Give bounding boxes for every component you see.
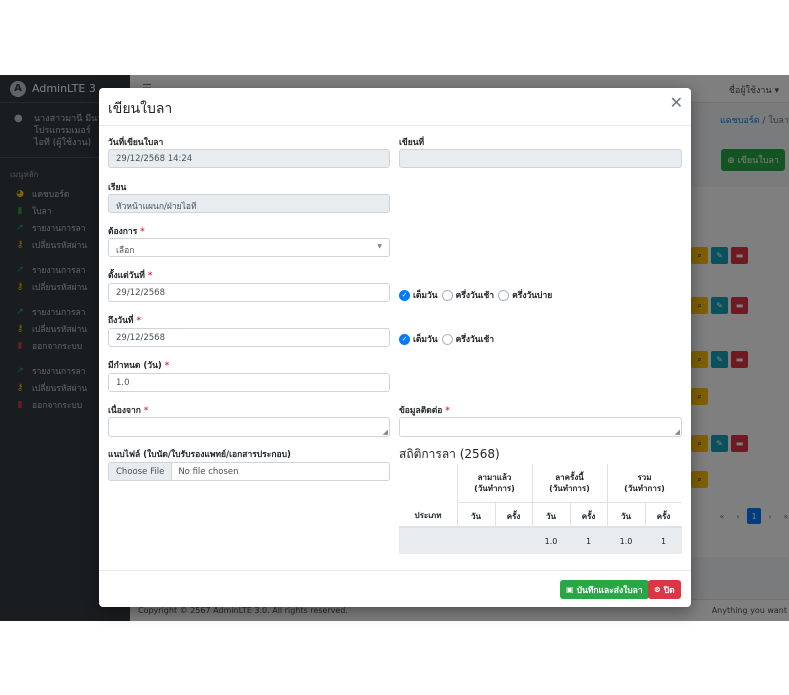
radio-label[interactable]: เต็มวัน bbox=[413, 332, 438, 346]
reason-label: เนื่องจาก * bbox=[108, 403, 148, 417]
required-mark: * bbox=[140, 227, 145, 237]
radio-unchecked[interactable] bbox=[498, 289, 510, 301]
sub-times-header: ครั้ง bbox=[581, 512, 596, 521]
days-input[interactable]: 1.0 bbox=[108, 373, 390, 392]
end-date-input[interactable]: 29/12/2568 bbox=[108, 328, 390, 347]
modal-title: เขียนใบลา bbox=[108, 101, 173, 117]
days-label-text: มีกำหนด (วัน) bbox=[108, 361, 162, 371]
start-date-label-text: ตั้งแต่วันที่ bbox=[108, 271, 145, 281]
required-mark: * bbox=[147, 271, 153, 281]
times-circle-icon: ⊗ bbox=[654, 585, 661, 594]
leave-type-value: เลือก bbox=[116, 246, 135, 256]
write-at-field[interactable] bbox=[399, 149, 682, 168]
write-date-field[interactable]: 29/12/2568 14:24 bbox=[108, 149, 390, 168]
leave-type-label-text: ต้องการ bbox=[108, 227, 138, 237]
write-at-label: เขียนที่ bbox=[399, 138, 425, 148]
stats-table: ประเภท ลามาแล้ว (วันทำการ) ลาครั้งนี้ (ว… bbox=[399, 464, 682, 554]
contact-label: ข้อมูลติดต่อ * bbox=[399, 403, 450, 417]
row-total-times: 1 bbox=[660, 537, 667, 546]
days-label: มีกำหนด (วัน) * bbox=[108, 358, 169, 372]
sub-times-header: ครั้ง bbox=[656, 512, 671, 521]
sub-times-header: ครั้ง bbox=[506, 512, 521, 521]
leave-type-label: ต้องการ * bbox=[108, 224, 145, 238]
required-mark: * bbox=[445, 406, 450, 416]
end-period-radios: ✓ เต็มวัน ครึ่งวันเช้า bbox=[399, 332, 498, 346]
to-label: เรียน bbox=[108, 183, 127, 193]
close-label: ปิด bbox=[663, 585, 675, 596]
close-icon[interactable]: ✕ bbox=[670, 93, 683, 112]
save-submit-button[interactable]: ▣ บันทึกและส่งใบลา bbox=[560, 580, 649, 599]
end-date-label: ถึงวันที่ * bbox=[108, 313, 141, 327]
reason-label-text: เนื่องจาก bbox=[108, 406, 141, 416]
file-status: No file chosen bbox=[178, 467, 239, 477]
sub-day-header: วัน bbox=[621, 512, 631, 521]
row-this-times: 1 bbox=[585, 537, 592, 546]
radio-unchecked[interactable] bbox=[441, 333, 453, 345]
resize-grip-icon[interactable]: ◢ bbox=[675, 428, 680, 436]
radio-label[interactable]: เต็มวัน bbox=[413, 288, 438, 302]
write-date-label: วันที่เขียนใบลา bbox=[108, 138, 164, 148]
start-date-input[interactable]: 29/12/2568 bbox=[108, 283, 390, 302]
caret-down-icon: ▼ bbox=[377, 243, 382, 250]
col-type-header: ประเภท bbox=[414, 511, 442, 520]
stats-title: สถิติการลา (2568) bbox=[399, 447, 500, 461]
row-divider bbox=[457, 502, 682, 503]
table-row: 1.0 1 1.0 1 bbox=[399, 528, 682, 554]
modal-footer: ▣ บันทึกและส่งใบลา ⊗ ปิด bbox=[99, 570, 691, 607]
row-total-days: 1.0 bbox=[619, 537, 633, 546]
sub-day-header: วัน bbox=[546, 512, 556, 521]
radio-checked[interactable]: ✓ bbox=[399, 289, 410, 301]
row-this-days: 1.0 bbox=[544, 537, 558, 546]
end-date-label-text: ถึงวันที่ bbox=[108, 316, 134, 326]
radio-label[interactable]: ครึ่งวันบ่าย bbox=[512, 288, 552, 302]
contact-label-text: ข้อมูลติดต่อ bbox=[399, 406, 443, 416]
modal-header: เขียนใบลา ✕ bbox=[99, 88, 691, 126]
radio-label[interactable]: ครึ่งวันเช้า bbox=[456, 288, 494, 302]
col-total-header: รวม (วันทำการ) bbox=[624, 473, 665, 493]
required-mark: * bbox=[136, 316, 141, 326]
leave-type-select[interactable]: เลือก ▼ bbox=[108, 238, 390, 257]
to-field[interactable]: หัวหน้าแผนก/ฝ่ายไอที bbox=[108, 194, 390, 213]
close-button[interactable]: ⊗ ปิด bbox=[648, 580, 681, 599]
save-icon: ▣ bbox=[566, 585, 574, 594]
stats-table-head: ประเภท ลามาแล้ว (วันทำการ) ลาครั้งนี้ (ว… bbox=[399, 464, 682, 528]
start-date-label: ตั้งแต่วันที่ * bbox=[108, 268, 152, 282]
required-mark: * bbox=[164, 361, 170, 371]
sub-day-header: วัน bbox=[471, 512, 481, 521]
resize-grip-icon[interactable]: ◢ bbox=[383, 428, 388, 436]
attachment-label: แนบไฟล์ (ใบนัด/ใบรับรองแพทย์/เอกสารประกอ… bbox=[108, 450, 291, 460]
file-input[interactable]: Choose File No file chosen bbox=[108, 462, 390, 481]
col-prev-header: ลามาแล้ว (วันทำการ) bbox=[474, 473, 515, 493]
reason-textarea[interactable]: ◢ bbox=[108, 417, 390, 437]
required-mark: * bbox=[143, 406, 149, 416]
save-submit-label: บันทึกและส่งใบลา bbox=[576, 585, 643, 596]
contact-textarea[interactable]: ◢ bbox=[399, 417, 682, 437]
col-this-header: ลาครั้งนี้ (วันทำการ) bbox=[549, 473, 590, 493]
radio-checked[interactable]: ✓ bbox=[399, 333, 410, 345]
leave-request-modal: เขียนใบลา ✕ วันที่เขียนใบลา 29/12/2568 1… bbox=[99, 88, 691, 607]
radio-unchecked[interactable] bbox=[441, 289, 453, 301]
start-period-radios: ✓ เต็มวัน ครึ่งวันเช้า ครึ่งวันบ่าย bbox=[399, 288, 556, 302]
choose-file-button[interactable]: Choose File bbox=[109, 463, 173, 480]
radio-label[interactable]: ครึ่งวันเช้า bbox=[456, 332, 494, 346]
